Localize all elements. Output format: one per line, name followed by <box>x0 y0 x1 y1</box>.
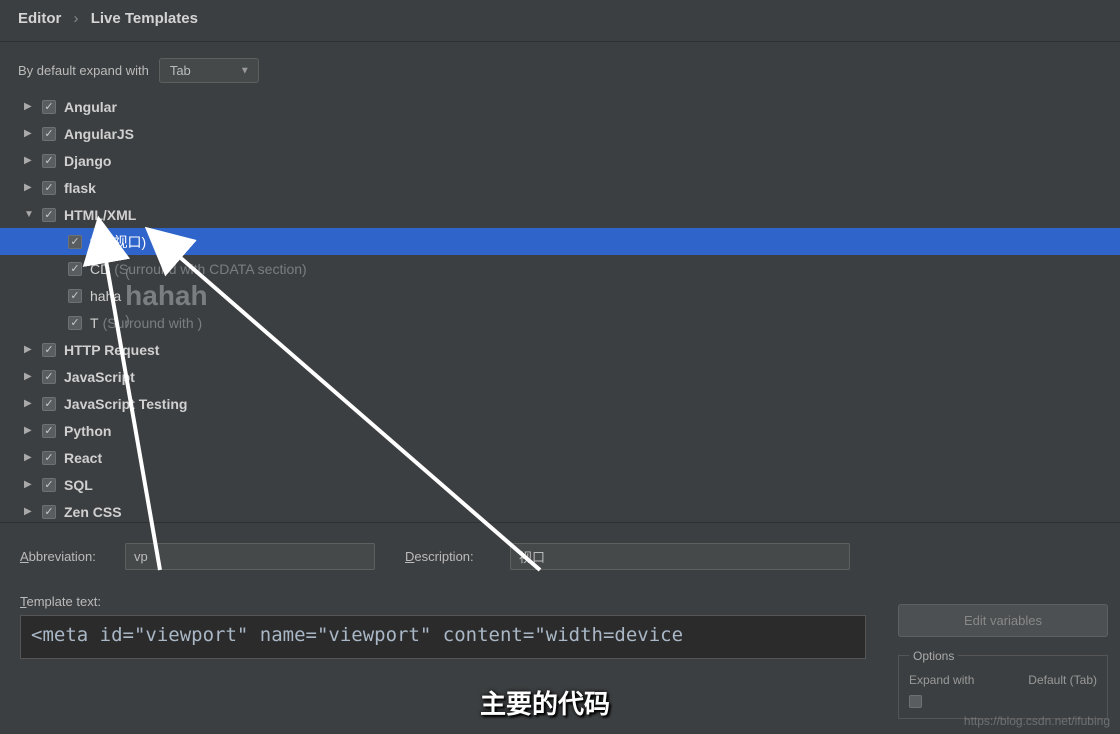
tree-group[interactable]: ▶ ✓ SQL <box>0 471 1120 498</box>
expand-arrow-icon[interactable]: ▶ <box>24 344 38 355</box>
checkbox-icon[interactable]: ✓ <box>42 370 56 384</box>
options-title: Options <box>909 649 958 663</box>
options-expand-default: Default (Tab) <box>1028 673 1097 687</box>
template-text-editor[interactable]: <meta id="viewport" name="viewport" cont… <box>20 615 866 659</box>
checkbox-icon[interactable]: ✓ <box>42 154 56 168</box>
expand-with-value: Tab <box>170 63 191 78</box>
watermark: https://blog.csdn.net/ifubing <box>964 714 1110 728</box>
expand-with-row: By default expand with Tab ▼ <box>0 42 1120 93</box>
options-box: Options Expand with Default (Tab) <box>898 655 1108 719</box>
expand-arrow-icon[interactable]: ▶ <box>24 398 38 409</box>
form-row: Abbreviation: Description: <box>20 543 1100 570</box>
checkbox-icon[interactable]: ✓ <box>42 397 56 411</box>
tree-group[interactable]: ▶ ✓ flask <box>0 174 1120 201</box>
tree-item[interactable]: ✓haha (hahah) <box>0 282 1120 309</box>
tree-item[interactable]: ✓ vp (视口) <box>0 228 1120 255</box>
tree-group[interactable]: ▶ ✓ HTTP Request <box>0 336 1120 363</box>
item-abbrev: T <box>90 315 99 331</box>
checkbox-icon[interactable]: ✓ <box>42 181 56 195</box>
checkbox-icon[interactable]: ✓ <box>68 289 82 303</box>
annotation-overlay: 主要的代码 <box>480 684 610 721</box>
item-abbrev: CD <box>90 261 110 277</box>
group-label: JavaScript <box>64 369 135 385</box>
group-label: Zen CSS <box>64 504 122 520</box>
tree-group[interactable]: ▶ ✓ React <box>0 444 1120 471</box>
group-label: Python <box>64 423 111 439</box>
tree-group[interactable]: ▶ ✓ Zen CSS <box>0 498 1120 523</box>
group-label: AngularJS <box>64 126 134 142</box>
expand-arrow-icon[interactable]: ▶ <box>24 452 38 463</box>
template-tree[interactable]: ▶ ✓ Angular ▶ ✓ AngularJS ▶ ✓ Django ▶ ✓ flask ▼ ✓ HTM… <box>0 93 1120 523</box>
options-expand-row: Expand with Default (Tab) <box>909 673 1097 687</box>
desc-label: Description: <box>405 549 500 564</box>
group-label: SQL <box>64 477 93 493</box>
abbrev-label: Abbreviation: <box>20 549 115 564</box>
group-label: HTML/XML <box>64 207 136 223</box>
checkbox-icon[interactable]: ✓ <box>68 235 82 249</box>
expand-arrow-icon[interactable]: ▶ <box>24 425 38 436</box>
expand-arrow-icon[interactable]: ▶ <box>24 155 38 166</box>
checkbox-icon[interactable]: ✓ <box>42 127 56 141</box>
checkbox-icon[interactable] <box>909 695 922 708</box>
side-panel: Edit variables Options Expand with Defau… <box>888 604 1120 719</box>
options-expand-label: Expand with <box>909 673 974 687</box>
abbreviation-input[interactable] <box>125 543 375 570</box>
chevron-down-icon: ▼ <box>240 65 250 76</box>
group-label: JavaScript Testing <box>64 396 187 412</box>
expand-arrow-icon[interactable]: ▶ <box>24 371 38 382</box>
group-label: flask <box>64 180 96 196</box>
expand-arrow-icon[interactable]: ▼ <box>24 209 38 220</box>
expand-with-select[interactable]: Tab ▼ <box>159 58 259 83</box>
group-label: React <box>64 450 102 466</box>
group-label: Angular <box>64 99 117 115</box>
expand-arrow-icon[interactable]: ▶ <box>24 479 38 490</box>
checkbox-icon[interactable]: ✓ <box>42 100 56 114</box>
tree-group[interactable]: ▶ ✓ JavaScript Testing <box>0 390 1120 417</box>
chevron-right-icon: › <box>74 10 79 27</box>
breadcrumb-current: Live Templates <box>91 10 198 27</box>
tree-group[interactable]: ▶ ✓ Angular <box>0 93 1120 120</box>
tree-group[interactable]: ▶ ✓ JavaScript <box>0 363 1120 390</box>
expand-arrow-icon[interactable]: ▶ <box>24 182 38 193</box>
description-input[interactable] <box>510 543 850 570</box>
checkbox-icon[interactable]: ✓ <box>42 208 56 222</box>
breadcrumb-parent[interactable]: Editor <box>18 10 61 27</box>
options-reformat-row[interactable] <box>909 695 1097 708</box>
item-desc: (视口) <box>109 232 146 252</box>
item-abbrev: vp <box>90 234 105 250</box>
expand-with-label: By default expand with <box>18 63 149 78</box>
tree-group[interactable]: ▶ ✓ Python <box>0 417 1120 444</box>
tree-group[interactable]: ▶ ✓ AngularJS <box>0 120 1120 147</box>
checkbox-icon[interactable]: ✓ <box>68 316 82 330</box>
group-label: Django <box>64 153 111 169</box>
item-abbrev: haha <box>90 288 121 304</box>
item-desc: (Surround with ) <box>103 315 203 331</box>
expand-arrow-icon[interactable]: ▶ <box>24 101 38 112</box>
group-label: HTTP Request <box>64 342 159 358</box>
tree-group[interactable]: ▶ ✓ Django <box>0 147 1120 174</box>
breadcrumb: Editor › Live Templates <box>0 0 1120 37</box>
checkbox-icon[interactable]: ✓ <box>42 424 56 438</box>
checkbox-icon[interactable]: ✓ <box>68 262 82 276</box>
checkbox-icon[interactable]: ✓ <box>42 343 56 357</box>
expand-arrow-icon[interactable]: ▶ <box>24 506 38 517</box>
edit-variables-button[interactable]: Edit variables <box>898 604 1108 637</box>
checkbox-icon[interactable]: ✓ <box>42 505 56 519</box>
checkbox-icon[interactable]: ✓ <box>42 478 56 492</box>
expand-arrow-icon[interactable]: ▶ <box>24 128 38 139</box>
tree-group[interactable]: ▼ ✓ HTML/XML <box>0 201 1120 228</box>
checkbox-icon[interactable]: ✓ <box>42 451 56 465</box>
